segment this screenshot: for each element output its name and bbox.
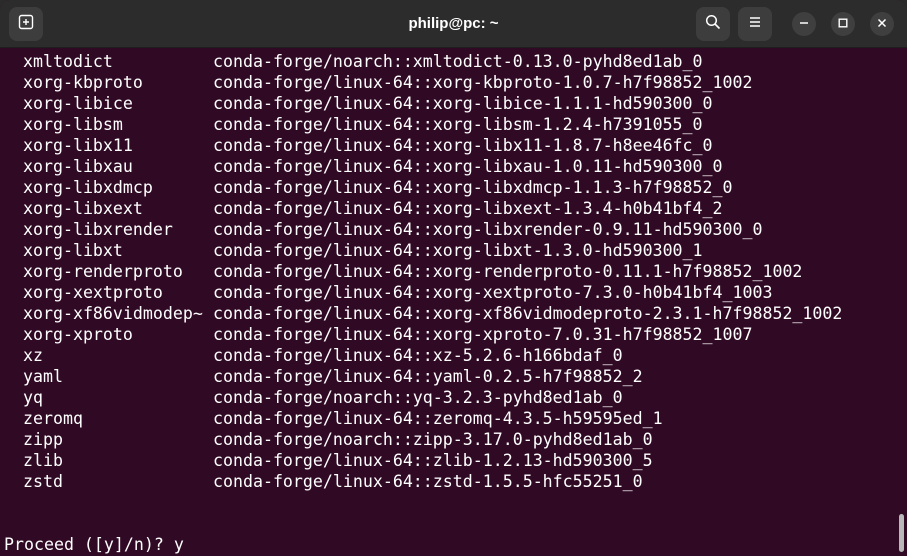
package-row: xorg-libice conda-forge/linux-64::xorg-l… bbox=[23, 93, 713, 114]
package-source: conda-forge/linux-64::yaml-0.2.5-h7f9885… bbox=[213, 367, 643, 386]
package-source: conda-forge/linux-64::xorg-xextproto-7.3… bbox=[213, 283, 773, 302]
package-source: conda-forge/linux-64::xorg-libxt-1.3.0-h… bbox=[213, 241, 703, 260]
package-row: xorg-libxt conda-forge/linux-64::xorg-li… bbox=[23, 240, 703, 261]
title-bar: philip@pc: ~ bbox=[0, 0, 907, 48]
minimize-button[interactable] bbox=[792, 12, 816, 36]
package-name: zlib bbox=[23, 451, 63, 470]
package-name: xorg-xextproto bbox=[23, 283, 163, 302]
package-row: xorg-libxau conda-forge/linux-64::xorg-l… bbox=[23, 156, 723, 177]
terminal-window: philip@pc: ~ xmltodict conda-forge/noarc… bbox=[0, 0, 907, 556]
package-row: xorg-xf86vidmodep~ conda-forge/linux-64:… bbox=[23, 303, 842, 324]
package-name: xorg-libxau bbox=[23, 157, 133, 176]
package-source: conda-forge/linux-64::xz-5.2.6-h166bdaf_… bbox=[213, 346, 623, 365]
package-row: xorg-libsm conda-forge/linux-64::xorg-li… bbox=[23, 114, 703, 135]
package-row: xorg-xproto conda-forge/linux-64::xorg-x… bbox=[23, 324, 752, 345]
close-icon bbox=[877, 15, 887, 33]
package-row: zipp conda-forge/noarch::zipp-3.17.0-pyh… bbox=[23, 429, 653, 450]
package-name: xorg-libsm bbox=[23, 115, 123, 134]
package-source: conda-forge/linux-64::xorg-kbproto-1.0.7… bbox=[213, 73, 753, 92]
package-name: zstd bbox=[23, 472, 63, 491]
package-source: conda-forge/noarch::yq-3.2.3-pyhd8ed1ab_… bbox=[213, 388, 623, 407]
package-row: xorg-kbproto conda-forge/linux-64::xorg-… bbox=[23, 72, 752, 93]
package-source: conda-forge/linux-64::xorg-xproto-7.0.31… bbox=[213, 325, 753, 344]
package-source: conda-forge/linux-64::xorg-libx11-1.8.7-… bbox=[213, 136, 713, 155]
package-name: xorg-libxext bbox=[23, 199, 143, 218]
package-name: xorg-xf86vidmodep~ bbox=[23, 304, 203, 323]
close-button[interactable] bbox=[870, 12, 894, 36]
minimize-icon bbox=[799, 15, 809, 33]
hamburger-menu-icon bbox=[748, 15, 762, 34]
package-name: xorg-libx11 bbox=[23, 136, 133, 155]
package-source: conda-forge/linux-64::xorg-renderproto-0… bbox=[213, 262, 803, 281]
package-source: conda-forge/linux-64::zeromq-4.3.5-h5959… bbox=[213, 409, 663, 428]
package-source: conda-forge/linux-64::xorg-xf86vidmodepr… bbox=[213, 304, 843, 323]
search-button[interactable] bbox=[696, 7, 730, 41]
package-name: xz bbox=[23, 346, 43, 365]
package-source: conda-forge/linux-64::xorg-libxau-1.0.11… bbox=[213, 157, 723, 176]
package-name: xorg-libxt bbox=[23, 241, 123, 260]
package-row: xorg-libxext conda-forge/linux-64::xorg-… bbox=[23, 198, 723, 219]
package-row: xorg-xextproto conda-forge/linux-64::xor… bbox=[23, 282, 772, 303]
package-row: xmltodict conda-forge/noarch::xmltodict-… bbox=[23, 51, 703, 72]
package-row: xorg-libxrender conda-forge/linux-64::xo… bbox=[23, 219, 762, 240]
maximize-icon bbox=[838, 15, 848, 33]
package-row: zeromq conda-forge/linux-64::zeromq-4.3.… bbox=[23, 408, 663, 429]
package-name: yq bbox=[23, 388, 43, 407]
package-row: yq conda-forge/noarch::yq-3.2.3-pyhd8ed1… bbox=[23, 387, 623, 408]
package-source: conda-forge/linux-64::xorg-libxext-1.3.4… bbox=[213, 199, 723, 218]
package-name: zipp bbox=[23, 430, 63, 449]
package-row: xz conda-forge/linux-64::xz-5.2.6-h166bd… bbox=[23, 345, 623, 366]
package-name: xorg-libxrender bbox=[23, 220, 173, 239]
package-row: xorg-libx11 conda-forge/linux-64::xorg-l… bbox=[23, 135, 713, 156]
search-icon bbox=[705, 14, 721, 35]
package-name: xmltodict bbox=[23, 52, 113, 71]
scrollbar-thumb[interactable] bbox=[899, 514, 904, 552]
package-source: conda-forge/linux-64::zlib-1.2.13-hd5903… bbox=[213, 451, 653, 470]
package-name: xorg-libxdmcp bbox=[23, 178, 153, 197]
package-row: xorg-renderproto conda-forge/linux-64::x… bbox=[23, 261, 802, 282]
maximize-button[interactable] bbox=[831, 12, 855, 36]
package-row: yaml conda-forge/linux-64::yaml-0.2.5-h7… bbox=[23, 366, 643, 387]
package-source: conda-forge/linux-64::xorg-libxdmcp-1.1.… bbox=[213, 178, 733, 197]
package-source: conda-forge/linux-64::xorg-libice-1.1.1-… bbox=[213, 94, 713, 113]
package-name: xorg-xproto bbox=[23, 325, 133, 344]
package-source: conda-forge/linux-64::zstd-1.5.5-hfc5525… bbox=[213, 472, 643, 491]
package-name: xorg-libice bbox=[23, 94, 133, 113]
package-source: conda-forge/linux-64::xorg-libxrender-0.… bbox=[213, 220, 763, 239]
package-name: xorg-renderproto bbox=[23, 262, 183, 281]
terminal-output[interactable]: xmltodict conda-forge/noarch::xmltodict-… bbox=[0, 48, 907, 556]
package-row: zlib conda-forge/linux-64::zlib-1.2.13-h… bbox=[23, 450, 653, 471]
package-source: conda-forge/linux-64::xorg-libsm-1.2.4-h… bbox=[213, 115, 703, 134]
proceed-prompt[interactable]: Proceed ([y]/n)? y bbox=[4, 534, 184, 555]
package-name: yaml bbox=[23, 367, 63, 386]
package-name: xorg-kbproto bbox=[23, 73, 143, 92]
menu-button[interactable] bbox=[738, 7, 772, 41]
package-name: zeromq bbox=[23, 409, 83, 428]
package-source: conda-forge/noarch::zipp-3.17.0-pyhd8ed1… bbox=[213, 430, 653, 449]
package-row: zstd conda-forge/linux-64::zstd-1.5.5-hf… bbox=[23, 471, 643, 492]
package-source: conda-forge/noarch::xmltodict-0.13.0-pyh… bbox=[213, 52, 703, 71]
package-row: xorg-libxdmcp conda-forge/linux-64::xorg… bbox=[23, 177, 733, 198]
